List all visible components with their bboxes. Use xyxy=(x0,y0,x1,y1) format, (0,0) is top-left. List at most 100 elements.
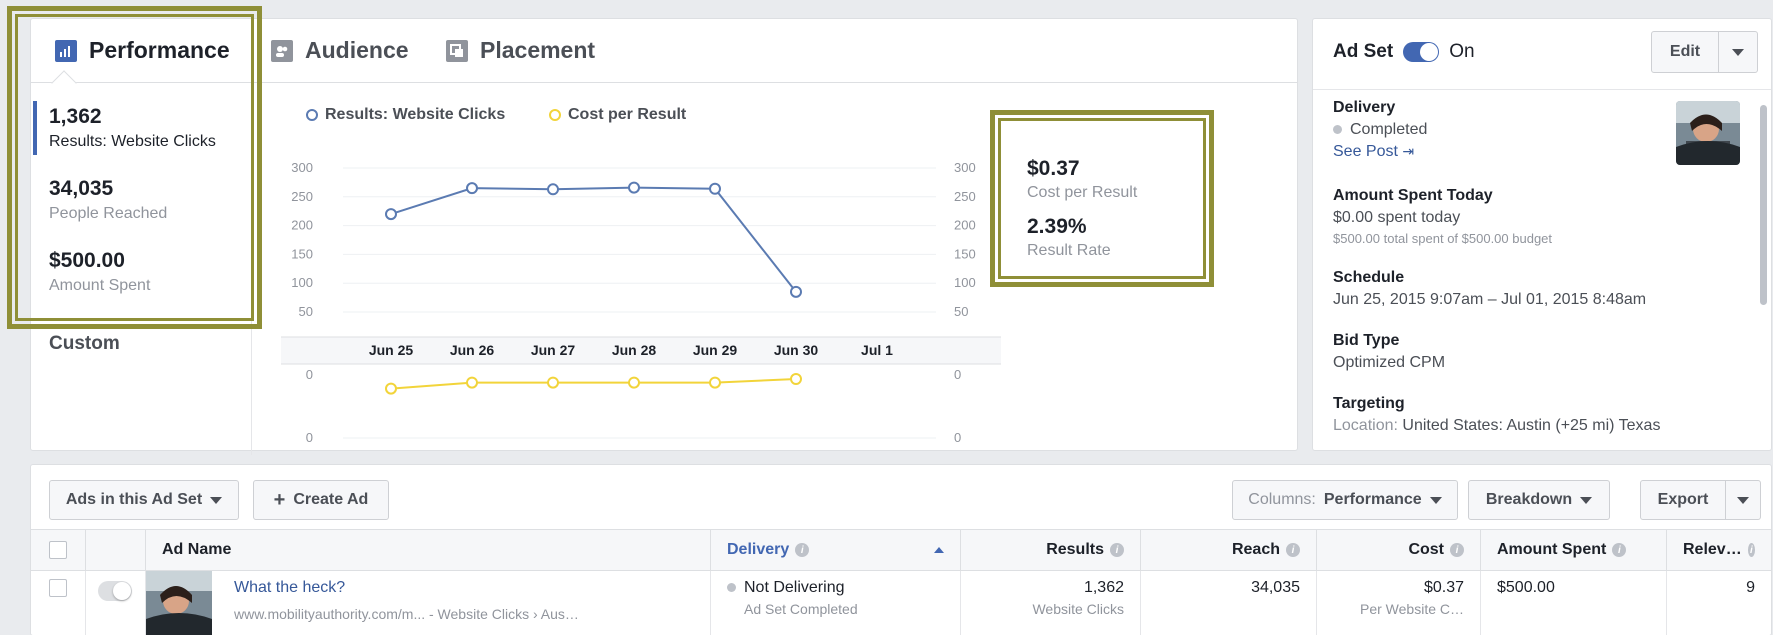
info-icon[interactable]: i xyxy=(1110,543,1124,557)
tab-audience[interactable]: Audience xyxy=(271,37,409,64)
columns-dropdown[interactable]: Columns: Performance xyxy=(1232,480,1458,520)
y-tick-label-right: 0 xyxy=(954,430,961,445)
kpi-value: $0.37 xyxy=(1027,157,1080,180)
tab-label: Performance xyxy=(89,37,230,63)
stat-label: Results: Website Clicks xyxy=(49,133,216,150)
select-all-cell xyxy=(31,530,86,570)
col-relevance[interactable]: Relev… i xyxy=(1667,530,1771,570)
chevron-down-icon xyxy=(1429,496,1442,504)
legend-results: Results: Website Clicks xyxy=(306,106,505,124)
amount-value: $500.00 xyxy=(1497,579,1555,596)
edit-button[interactable]: Edit xyxy=(1651,31,1719,73)
data-point-results xyxy=(385,208,397,221)
create-ad-label: Create Ad xyxy=(293,491,369,508)
x-tick-label: Jun 29 xyxy=(693,342,738,358)
col-results[interactable]: Results i xyxy=(961,530,1141,570)
col-amount-spent[interactable]: Amount Spent i xyxy=(1481,530,1667,570)
tab-placement[interactable]: Placement xyxy=(446,37,595,64)
data-point-results xyxy=(466,182,478,195)
ad-thumbnail[interactable] xyxy=(146,571,212,635)
adset-card: Ad Set On Edit Delivery Completed See Po… xyxy=(1312,18,1772,451)
data-point-cost xyxy=(628,376,640,389)
bid-heading: Bid Type xyxy=(1333,332,1400,349)
ad-url-tail: Aus… xyxy=(540,606,579,622)
stat-value: $500.00 xyxy=(49,249,125,272)
export-dropdown-button[interactable] xyxy=(1725,480,1761,520)
info-icon[interactable]: i xyxy=(1450,543,1464,557)
delivery-value: Not Delivering xyxy=(744,579,845,596)
tab-label: Placement xyxy=(480,37,596,63)
stat-amount-spent[interactable]: $500.00 Amount Spent xyxy=(49,249,150,295)
edit-dropdown-button[interactable] xyxy=(1718,31,1758,73)
info-icon[interactable]: i xyxy=(1747,543,1755,557)
info-icon[interactable]: i xyxy=(1286,543,1300,557)
col-ad-name[interactable]: Ad Name xyxy=(146,530,711,570)
reach-cell: 34,035 xyxy=(1141,571,1317,635)
row-toggle-cell xyxy=(86,571,146,635)
targeting-section: Targeting Location: United States: Austi… xyxy=(1333,395,1660,435)
data-point-results xyxy=(547,183,559,196)
results-value: 1,362 xyxy=(1083,579,1124,596)
columns-prefix: Columns: xyxy=(1248,491,1316,508)
data-point-cost xyxy=(547,376,559,389)
x-tick-label: Jun 28 xyxy=(612,342,657,358)
kpi-result-rate: 2.39% Result Rate xyxy=(1027,215,1111,260)
spent-heading: Amount Spent Today xyxy=(1333,187,1493,204)
performance-card: Performance Audience Placement 1,362 Res… xyxy=(30,18,1298,455)
ad-toggle[interactable] xyxy=(98,581,132,601)
y-tick-label-left: 250 xyxy=(291,189,313,204)
create-ad-button[interactable]: + Create Ad xyxy=(253,480,389,520)
y-tick-label-left: 0 xyxy=(306,430,313,445)
x-tick-label: Jun 25 xyxy=(369,342,414,358)
stat-results[interactable]: 1,362 Results: Website Clicks xyxy=(49,105,216,151)
adset-status: On xyxy=(1449,41,1475,62)
table-row[interactable]: What the heck? www.mobilityauthority.com… xyxy=(31,571,1771,635)
tab-bar: Performance Audience Placement xyxy=(31,19,1297,83)
info-icon[interactable]: i xyxy=(1612,543,1627,557)
col-label: Delivery xyxy=(727,541,790,558)
col-reach[interactable]: Reach i xyxy=(1141,530,1317,570)
ad-thumbnail[interactable] xyxy=(1676,101,1740,165)
x-tick-label: Jun 27 xyxy=(531,342,576,358)
ad-name-link[interactable]: What the heck? xyxy=(234,579,345,597)
col-delivery[interactable]: Delivery i xyxy=(711,530,961,570)
info-icon[interactable]: i xyxy=(795,543,810,557)
breakdown-dropdown[interactable]: Breakdown xyxy=(1468,480,1610,520)
schedule-value: Jun 25, 2015 9:07am – Jul 01, 2015 8:48a… xyxy=(1333,291,1647,308)
stat-value: 1,362 xyxy=(49,105,102,128)
see-post-row: See Post ⇥ xyxy=(1333,143,1427,161)
y-tick-label-right: 0 xyxy=(954,367,961,382)
scrollbar[interactable] xyxy=(1760,105,1767,305)
ad-url-row: www.mobilityauthority.com/m... - Website… xyxy=(234,606,579,622)
ads-filter-dropdown[interactable]: Ads in this Ad Set xyxy=(49,480,239,520)
status-dot-icon xyxy=(727,583,736,592)
stat-reach[interactable]: 34,035 People Reached xyxy=(49,177,167,223)
stat-label: Amount Spent xyxy=(49,277,151,294)
tab-performance[interactable]: Performance xyxy=(55,37,230,64)
kpi-cost-per-result: $0.37 Cost per Result xyxy=(1027,157,1137,202)
legend-marker xyxy=(306,109,318,121)
edit-label: Edit xyxy=(1669,43,1701,60)
cost-value: $0.37 xyxy=(1423,579,1464,596)
kpi-label: Result Rate xyxy=(1027,242,1111,259)
select-all-checkbox[interactable] xyxy=(49,541,67,559)
reach-value: 34,035 xyxy=(1251,579,1300,596)
relevance-cell: 9 xyxy=(1667,571,1771,635)
cost-cell: $0.37 Per Website C… xyxy=(1317,571,1481,635)
col-label: Cost xyxy=(1408,541,1444,558)
tab-label: Audience xyxy=(305,37,409,63)
custom-metric-link[interactable]: Custom xyxy=(49,333,120,355)
ads-table-card: Ads in this Ad Set + Create Ad Columns: … xyxy=(30,464,1772,635)
placement-icon xyxy=(446,39,468,62)
see-post-link[interactable]: See Post xyxy=(1333,143,1398,160)
row-checkbox[interactable] xyxy=(49,579,67,597)
sort-asc-icon xyxy=(934,547,944,553)
y-tick-label-left: 100 xyxy=(291,275,313,290)
external-link-icon: ⇥ xyxy=(1402,143,1415,159)
export-button[interactable]: Export xyxy=(1640,480,1726,520)
data-point-cost xyxy=(385,382,397,395)
divider xyxy=(251,83,252,455)
y-tick-label-right: 200 xyxy=(954,218,976,233)
col-cost[interactable]: Cost i xyxy=(1317,530,1481,570)
adset-toggle[interactable] xyxy=(1403,42,1440,62)
